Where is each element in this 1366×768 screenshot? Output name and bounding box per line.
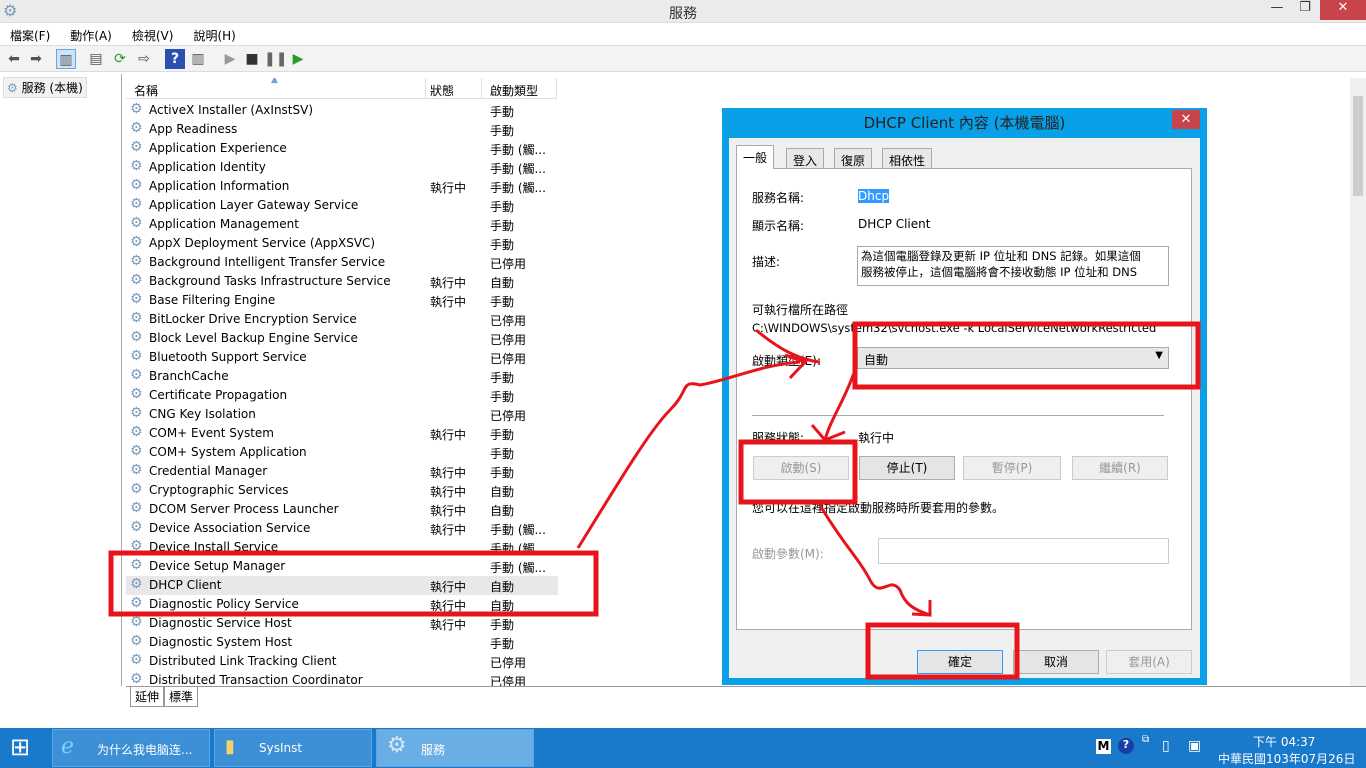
internet-explorer-icon: ℯ [61, 734, 75, 759]
show-hidden-icons[interactable]: ⧉ [1142, 734, 1149, 745]
annotation-box-startup-type [852, 321, 1201, 390]
annotation-arrow-1 [576, 360, 801, 549]
ime-m-icon[interactable]: M [1096, 739, 1111, 754]
taskbar: ⊞ ℯ 为什么我电脑连... ▮ SysInst ⚙ 服務 M ? ⧉ ▯ ▣ 下午 … [0, 728, 1366, 768]
annotation-box-start-button [738, 439, 858, 505]
network-icon[interactable]: ▣ [1188, 738, 1201, 754]
taskbar-item-ie[interactable]: ℯ 为什么我电脑连... [52, 729, 210, 767]
battery-icon[interactable]: ▯ [1162, 738, 1170, 754]
folder-icon: ▮ [225, 736, 235, 757]
taskbar-item-services[interactable]: ⚙ 服務 [376, 729, 534, 767]
taskbar-item-label: 为什么我电脑连... [97, 743, 193, 757]
annotation-box-dhcp-row [108, 550, 599, 617]
gear-icon: ⚙ [387, 733, 407, 758]
taskbar-item-label: SysInst [259, 741, 303, 755]
annotation-arrow-4 [818, 504, 932, 617]
start-windows-icon[interactable]: ⊞ [10, 734, 30, 760]
taskbar-item-folder[interactable]: ▮ SysInst [214, 729, 372, 767]
tab-general[interactable]: 一般 [736, 145, 775, 169]
annotation-box-ok-button [865, 622, 1020, 680]
clock-date[interactable]: 中華民國103年07月26日 [1218, 750, 1355, 767]
clock-time[interactable]: 下午 04:37 [1253, 733, 1315, 750]
taskbar-item-label: 服務 [421, 743, 446, 757]
annotation-arrow-3 [810, 369, 857, 442]
help-tray-icon[interactable]: ? [1118, 738, 1134, 754]
annotation-overlay [108, 321, 1201, 680]
